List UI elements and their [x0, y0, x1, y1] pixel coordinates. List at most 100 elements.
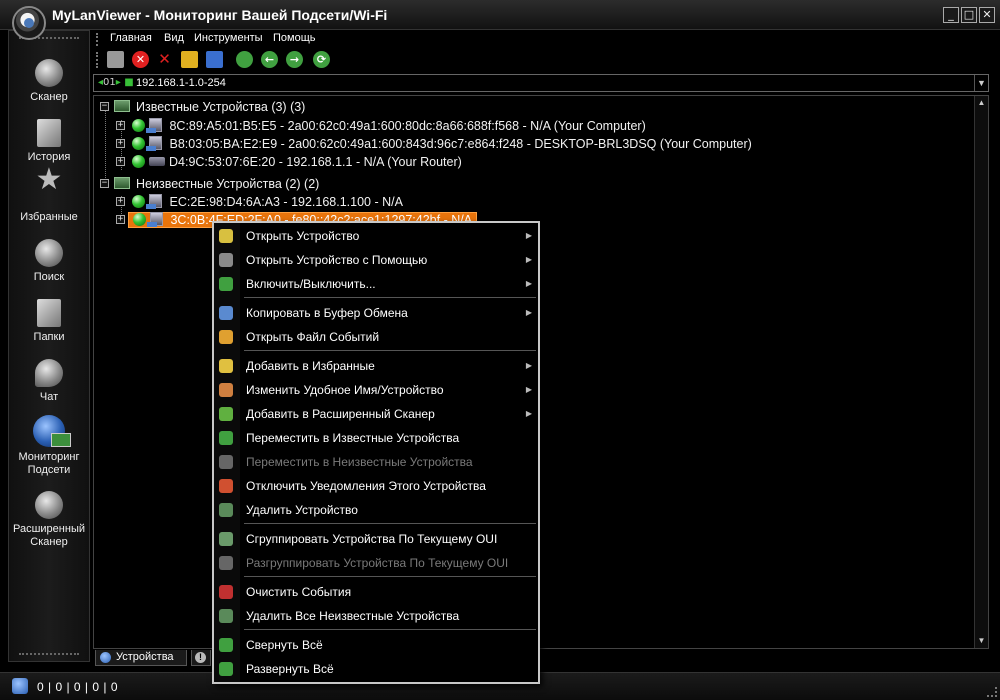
collapse-toggle[interactable]: − [100, 102, 109, 111]
sidebar-item-chat[interactable]: Чат [9, 359, 89, 404]
advanced-scanner-icon [35, 491, 63, 519]
expand-all-icon [219, 662, 233, 676]
search-icon [35, 239, 63, 267]
context-menu-item[interactable]: Открыть Файл Событий [214, 326, 538, 348]
open-with-icon [219, 253, 233, 267]
context-menu-label: Удалить Все Неизвестные Устройства [246, 609, 460, 623]
context-menu-item[interactable]: Очистить События [214, 581, 538, 603]
group-icon [219, 532, 233, 546]
close-button[interactable]: ✕ [979, 7, 995, 23]
back-icon[interactable]: ← [261, 51, 278, 68]
collapse-toggle[interactable]: − [100, 179, 109, 188]
context-menu-item[interactable]: Переместить в Известные Устройства [214, 427, 538, 449]
delete-all-unknown-icon [219, 609, 233, 623]
resize-grip[interactable] [987, 687, 997, 697]
sidebar-item-label: Расширенный Сканер [13, 523, 85, 548]
online-status-icon [132, 119, 145, 132]
menu-tools[interactable]: Инструменты [194, 32, 263, 44]
delete-icon[interactable]: ✕ [156, 51, 173, 68]
context-menu-label: Копировать в Буфер Обмена [246, 306, 408, 320]
refresh-icon[interactable]: ⟳ [313, 51, 330, 68]
context-menu-item[interactable]: Отключить Уведомления Этого Устройства [214, 475, 538, 497]
events-file-icon [219, 330, 233, 344]
power-icon [219, 277, 233, 291]
context-menu-item[interactable]: Развернуть Всё [214, 658, 538, 680]
submenu-arrow-icon: ▶ [525, 308, 532, 317]
context-menu-label: Открыть Устройство с Помощью [246, 253, 428, 267]
tree-row[interactable]: 8C:89:A5:01:B5:E5 - 2a00:62c0:49a1:600:8… [132, 117, 646, 135]
context-menu-item[interactable]: Добавить в Расширенный Сканер ▶ [214, 403, 538, 425]
sidebar-item-scanner[interactable]: Сканер [9, 59, 89, 104]
group-label: Известные Устройства (3) (3) [136, 100, 306, 114]
tab-devices[interactable]: Устройства [95, 650, 187, 666]
add-scanner-icon [219, 407, 233, 421]
context-menu-label: Сгруппировать Устройства По Текущему OUI [246, 532, 498, 546]
expand-toggle[interactable]: + [116, 139, 125, 148]
scroll-up-icon[interactable]: ▲ [975, 96, 988, 110]
scroll-down-icon[interactable]: ▼ [975, 634, 988, 648]
expand-toggle[interactable]: + [116, 121, 125, 130]
sidebar-item-label: Папки [33, 331, 65, 343]
menu-separator [244, 297, 536, 298]
search-icon[interactable] [236, 51, 253, 68]
context-menu-item[interactable]: Свернуть Всё [214, 634, 538, 656]
expand-toggle[interactable]: + [116, 157, 125, 166]
tree-row[interactable]: D4:9C:53:07:6E:20 - 192.168.1.1 - N/A (Y… [132, 153, 462, 171]
network-scan-icon[interactable] [107, 51, 124, 68]
sidebar-item-advanced-scanner[interactable]: Расширенный Сканер [9, 491, 89, 549]
context-menu-item[interactable]: Добавить в Избранные ▶ [214, 355, 538, 377]
context-menu-item[interactable]: Открыть Устройство с Помощью ▶ [214, 249, 538, 271]
sidebar-item-favorites[interactable]: Избранные [9, 173, 89, 224]
online-status-icon [132, 137, 145, 150]
sidebar-item-label: Мониторинг Подсети [18, 451, 80, 476]
open-folder-icon[interactable] [181, 51, 198, 68]
tree-group-unknown[interactable]: Неизвестные Устройства (2) (2) [114, 175, 319, 193]
expand-toggle[interactable]: + [116, 215, 125, 224]
tree-row[interactable]: EC:2E:98:D4:6A:A3 - 192.168.1.100 - N/A [132, 193, 403, 211]
menu-home[interactable]: Главная [110, 32, 152, 44]
tree-row[interactable]: B8:03:05:BA:E2:E9 - 2a00:62c0:49a1:600:8… [132, 135, 752, 153]
devices-tab-icon [100, 652, 111, 663]
chat-icon [35, 359, 63, 387]
context-menu-item[interactable]: Удалить Все Неизвестные Устройства [214, 605, 538, 627]
menu-view[interactable]: Вид [164, 32, 184, 44]
context-menu-item[interactable]: Удалить Устройство [214, 499, 538, 521]
collapse-all-icon [219, 638, 233, 652]
sidebar-item-history[interactable]: История [9, 119, 89, 164]
move-known-icon [219, 431, 233, 445]
vertical-scrollbar[interactable]: ▲ ▼ [974, 96, 988, 648]
stop-icon[interactable]: ✕ [132, 51, 149, 68]
device-label: B8:03:05:BA:E2:E9 - 2a00:62c0:49a1:600:8… [169, 137, 752, 151]
sidebar-grip [19, 653, 79, 655]
address-input[interactable]: 192.168.1-1.0-254 [136, 77, 226, 89]
menu-help[interactable]: Помощь [273, 32, 316, 44]
group-folder-icon [114, 100, 130, 112]
sidebar-item-label: Сканер [30, 91, 68, 103]
context-menu-item[interactable]: Изменить Удобное Имя/Устройство ▶ [214, 379, 538, 401]
sidebar-item-folders[interactable]: Папки [9, 299, 89, 344]
context-menu-item[interactable]: Сгруппировать Устройства По Текущему OUI [214, 528, 538, 550]
sidebar-item-search[interactable]: Поиск [9, 239, 89, 284]
minimize-button[interactable]: _ [943, 7, 959, 23]
forward-icon[interactable]: → [286, 51, 303, 68]
device-label: D4:9C:53:07:6E:20 - 192.168.1.1 - N/A (Y… [169, 155, 462, 169]
context-menu-item[interactable]: Открыть Устройство ▶ [214, 225, 538, 247]
save-icon[interactable] [206, 51, 223, 68]
expand-toggle[interactable]: + [116, 197, 125, 206]
sidebar-item-network-monitor[interactable]: Мониторинг Подсети [9, 415, 89, 477]
delete-device-icon [219, 503, 233, 517]
sidebar-item-label: Избранные [20, 211, 78, 223]
maximize-button[interactable]: □ [961, 7, 977, 23]
computer-icon [146, 136, 162, 151]
context-menu-item[interactable]: Копировать в Буфер Обмена ▶ [214, 302, 538, 324]
copy-icon [219, 306, 233, 320]
chevron-down-icon[interactable]: ▼ [974, 75, 988, 91]
app-logo-icon[interactable] [12, 6, 46, 40]
context-menu-label: Свернуть Всё [246, 638, 323, 652]
address-bar[interactable]: ◂01▸ ■ 192.168.1-1.0-254 ▼ [93, 74, 989, 92]
tab-info[interactable]: ! [191, 650, 211, 666]
context-menu-item[interactable]: Включить/Выключить... ▶ [214, 273, 538, 295]
star-icon [35, 173, 63, 207]
mute-notifications-icon [219, 479, 233, 493]
tree-group-known[interactable]: Известные Устройства (3) (3) [114, 98, 305, 116]
